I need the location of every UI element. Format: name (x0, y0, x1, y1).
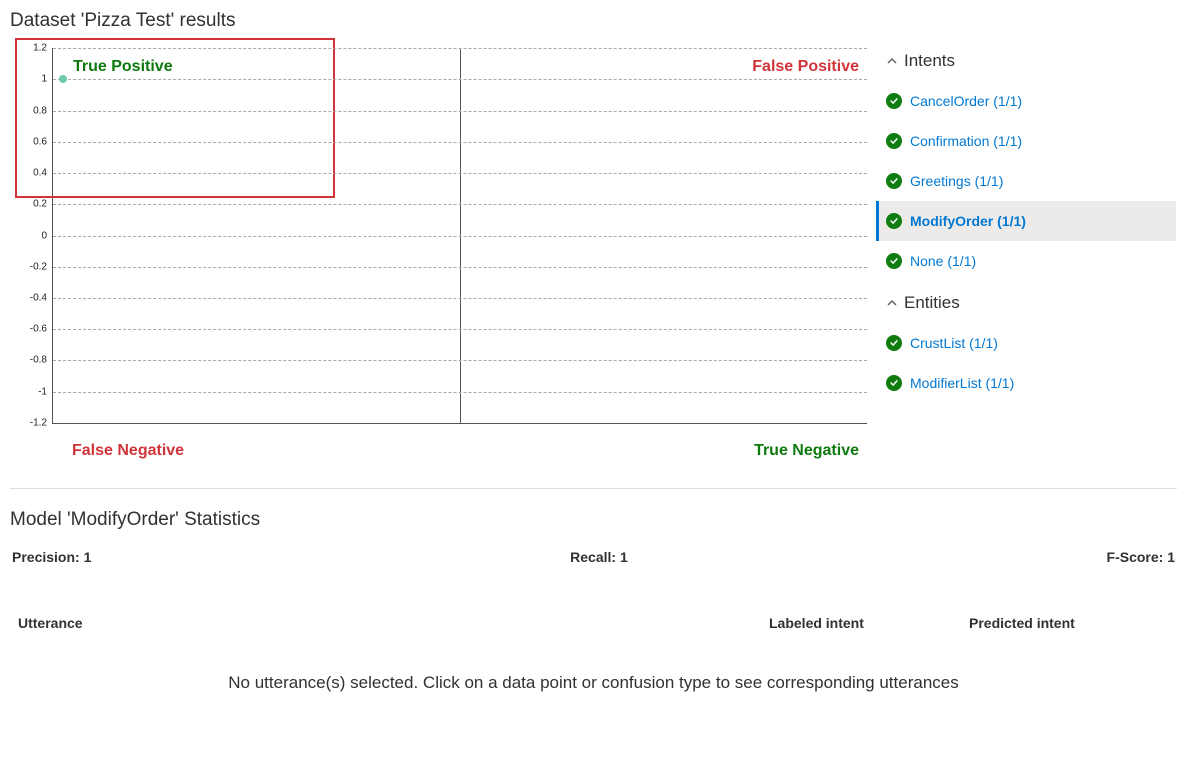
group-label: Entities (904, 293, 960, 313)
list-item[interactable]: CrustList (1/1) (876, 323, 1176, 363)
checkmark-icon (886, 133, 902, 149)
group-header[interactable]: Entities (876, 281, 1176, 323)
stat-recall: Recall: 1 (570, 549, 628, 565)
section-divider (10, 488, 1177, 489)
y-tick-label: -0.2 (30, 261, 53, 272)
column-predicted-intent[interactable]: Predicted intent (969, 615, 1169, 631)
list-item[interactable]: ModifyOrder (1/1) (876, 201, 1176, 241)
y-tick-label: -0.4 (30, 293, 53, 304)
checkmark-icon (886, 213, 902, 229)
checkmark-icon (886, 375, 902, 391)
y-tick-label: -0.8 (30, 355, 53, 366)
y-tick-label: 0.2 (33, 199, 53, 210)
checkmark-icon (886, 335, 902, 351)
group-label: Intents (904, 51, 955, 71)
y-tick-label: 0.6 (33, 136, 53, 147)
y-tick-label: 1 (41, 74, 53, 85)
chevron-up-icon (886, 297, 898, 309)
utterance-table-header: Utterance Labeled intent Predicted inten… (10, 605, 1177, 641)
label-false-negative[interactable]: False Negative (72, 442, 184, 460)
confusion-chart: True Positive False Positive 1.2 1 0.8 0.6 0… (10, 38, 867, 464)
list-item-label: CrustList (1/1) (910, 335, 998, 351)
page-title: Dataset 'Pizza Test' results (10, 10, 1177, 32)
group-header[interactable]: Intents (876, 39, 1176, 81)
list-item[interactable]: ModifierList (1/1) (876, 363, 1176, 403)
y-tick-label: 0.8 (33, 105, 53, 116)
stats-title: Model 'ModifyOrder' Statistics (10, 509, 1177, 531)
stat-precision: Precision: 1 (12, 549, 91, 565)
list-item[interactable]: CancelOrder (1/1) (876, 81, 1176, 121)
label-true-positive[interactable]: True Positive (73, 58, 173, 76)
column-labeled-intent[interactable]: Labeled intent (769, 615, 969, 631)
y-tick-label: -1 (38, 386, 53, 397)
grid-line (53, 142, 867, 143)
list-item[interactable]: None (1/1) (876, 241, 1176, 281)
grid-line (53, 360, 867, 361)
grid-line (53, 173, 867, 174)
grid-line (53, 48, 867, 49)
grid-line (53, 204, 867, 205)
list-item[interactable]: Confirmation (1/1) (876, 121, 1176, 161)
data-point[interactable] (59, 75, 67, 83)
checkmark-icon (886, 93, 902, 109)
grid-line (53, 236, 867, 237)
grid-line (53, 392, 867, 393)
y-tick-label: 0 (41, 230, 53, 241)
empty-state-message: No utterance(s) selected. Click on a dat… (10, 641, 1177, 733)
list-item-label: None (1/1) (910, 253, 976, 269)
list-item-label: CancelOrder (1/1) (910, 93, 1022, 109)
y-tick-label: 1.2 (33, 43, 53, 54)
y-tick-label: -1.2 (30, 418, 53, 429)
stat-fscore: F-Score: 1 (1107, 549, 1175, 565)
grid-line (53, 267, 867, 268)
column-utterance[interactable]: Utterance (18, 615, 769, 631)
list-item[interactable]: Greetings (1/1) (876, 161, 1176, 201)
list-item-label: ModifierList (1/1) (910, 375, 1014, 391)
side-panel[interactable]: Intents CancelOrder (1/1) Confirmation (1/… (875, 38, 1177, 440)
list-item-label: ModifyOrder (1/1) (910, 213, 1026, 229)
highlight-box (15, 38, 335, 198)
grid-line (53, 79, 867, 80)
list-item-label: Greetings (1/1) (910, 173, 1003, 189)
checkmark-icon (886, 253, 902, 269)
y-tick-label: 0.4 (33, 167, 53, 178)
label-true-negative[interactable]: True Negative (754, 442, 859, 460)
grid-line (53, 329, 867, 330)
list-item-label: Confirmation (1/1) (910, 133, 1022, 149)
chevron-up-icon (886, 55, 898, 67)
grid-line (53, 111, 867, 112)
label-false-positive[interactable]: False Positive (752, 58, 859, 76)
checkmark-icon (886, 173, 902, 189)
grid-line (53, 298, 867, 299)
y-tick-label: -0.6 (30, 324, 53, 335)
